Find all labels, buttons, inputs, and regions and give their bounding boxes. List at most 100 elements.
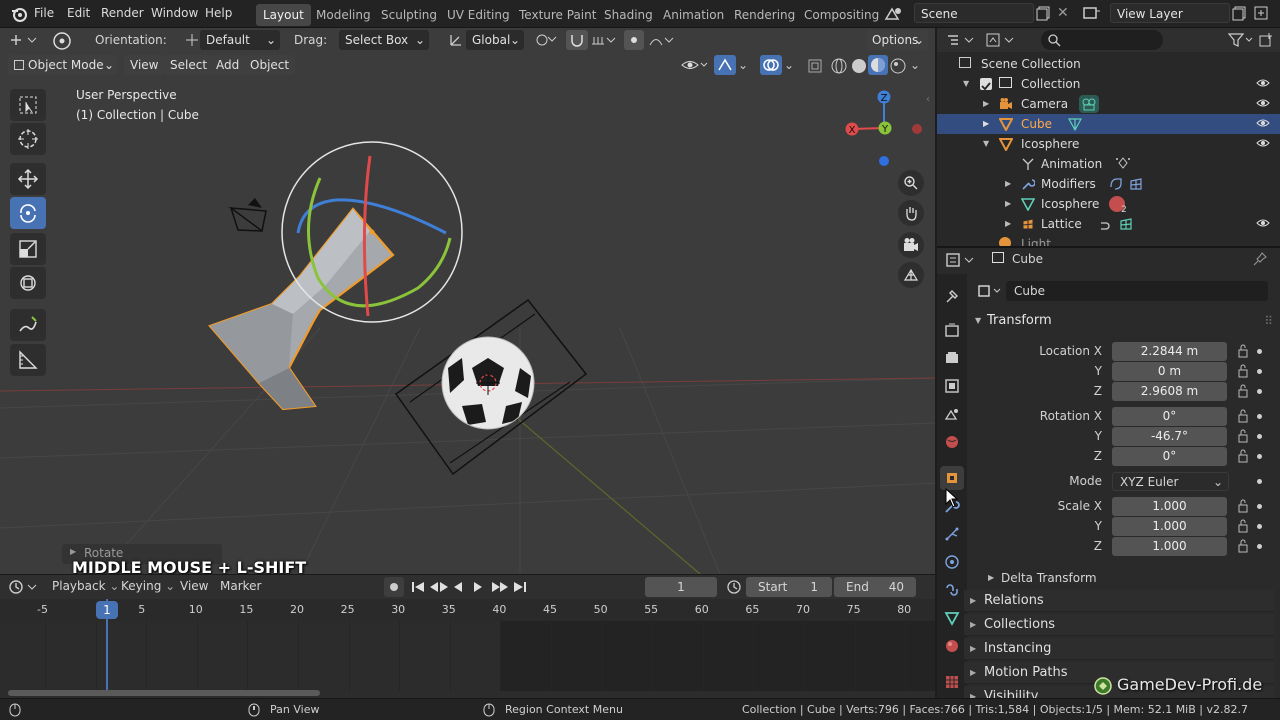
menu-edit[interactable]: Edit [67, 6, 90, 20]
view-layer-field[interactable]: View Layer [1110, 3, 1230, 23]
transform-panel-header[interactable]: ▼ Transform ⠿ [967, 310, 1280, 332]
lock-icon[interactable] [1236, 384, 1250, 401]
outliner-collection[interactable]: ▼ Collection [937, 74, 1280, 94]
tab-texture-paint[interactable]: Texture Paint [512, 4, 603, 26]
scale-y-field[interactable]: 1.000 [1112, 517, 1227, 536]
lock-icon[interactable] [1236, 429, 1250, 446]
rotation-z-field[interactable]: 0° [1112, 447, 1227, 466]
tab-physics[interactable] [940, 550, 964, 574]
menu-keying[interactable]: Keying ⌄ [121, 579, 175, 593]
keyframe-dot-icon[interactable] [1257, 414, 1262, 419]
scale-tool[interactable] [10, 233, 46, 265]
keyframe-dot-icon[interactable] [1257, 349, 1262, 354]
outliner[interactable]: Scene Collection ▼ Collection ▶ Camera ▶… [937, 28, 1280, 246]
scene-field[interactable]: Scene [914, 3, 1034, 23]
close-scene-icon[interactable]: ✕ [1057, 5, 1069, 21]
outliner-child-modifiers[interactable]: ▶ Modifiers [937, 174, 1280, 194]
outliner-item-icosphere[interactable]: ▼ Icosphere [937, 134, 1280, 154]
timeline[interactable]: Playback ⌄ Keying ⌄ View Marker 1 Start … [0, 574, 935, 698]
tab-layout[interactable]: Layout [256, 4, 311, 26]
rotation-x-field[interactable]: 0° [1112, 407, 1227, 426]
tab-constraints[interactable] [940, 578, 964, 602]
outliner-child-lattice[interactable]: ▶ Lattice [937, 214, 1280, 234]
camera-data-icon[interactable] [1079, 95, 1099, 113]
ortho-toggle-button[interactable] [898, 262, 924, 288]
transform-tool[interactable] [10, 267, 46, 299]
eye-icon[interactable] [1256, 216, 1270, 236]
expand-down-icon[interactable]: ▼ [963, 74, 969, 94]
outliner-scene-collection[interactable]: Scene Collection [937, 54, 1280, 74]
lock-icon[interactable] [1236, 449, 1250, 466]
lock-icon[interactable] [1236, 344, 1250, 361]
menu-marker[interactable]: Marker [220, 579, 261, 593]
tab-compositing[interactable]: Compositing [797, 4, 886, 26]
view-layer-icon[interactable] [1082, 5, 1102, 24]
outliner-item-camera[interactable]: ▶ Camera [937, 94, 1280, 114]
location-z-field[interactable]: 2.9608 m [1112, 382, 1227, 401]
menu-render[interactable]: Render [101, 6, 144, 20]
tab-rendering[interactable]: Rendering [727, 4, 802, 26]
outliner-item-cube[interactable]: ▶ Cube [937, 114, 1280, 134]
rotation-mode-dropdown[interactable]: XYZ Euler ⌄ [1112, 472, 1229, 491]
outliner-child-icosphere-mesh[interactable]: ▶ Icosphere 2 [937, 194, 1280, 214]
filter-icon[interactable] [1227, 32, 1255, 51]
outliner-child-animation[interactable]: Animation [937, 154, 1280, 174]
properties-editor-icon[interactable] [945, 252, 975, 271]
scale-x-field[interactable]: 1.000 [1112, 497, 1227, 516]
preview-range-icon[interactable] [726, 579, 742, 598]
outliner-item-light-partial[interactable]: Light [937, 234, 1280, 246]
camera-view-button[interactable] [898, 232, 924, 258]
navigation-gizmo[interactable]: Z Y X [840, 86, 930, 176]
object-name-field[interactable]: Cube [1006, 281, 1268, 301]
collections-panel[interactable]: ▶Collections [964, 614, 1274, 636]
properties-editor[interactable]: Cube Cube ▼ Transform ⠿ Location X 2.284… [937, 246, 1280, 698]
lock-icon[interactable] [1236, 364, 1250, 381]
end-frame-field[interactable]: End 40 [834, 577, 916, 597]
pan-button[interactable] [898, 200, 924, 226]
tab-object-data[interactable] [940, 606, 964, 630]
tab-view-layer[interactable] [940, 374, 964, 398]
timeline-body[interactable] [0, 621, 935, 691]
keyframe-dot-icon[interactable] [1257, 504, 1262, 509]
record-button[interactable] [384, 577, 404, 597]
expand-right-icon[interactable]: ▶ [1005, 174, 1011, 194]
tab-animation[interactable]: Animation [656, 4, 731, 26]
drag-handle-icon[interactable]: ⠿ [1264, 310, 1272, 332]
new-scene-icon[interactable] [1036, 5, 1052, 24]
icosphere-object[interactable] [390, 298, 590, 478]
lock-icon[interactable] [1236, 539, 1250, 556]
zoom-button[interactable] [898, 170, 924, 196]
outliner-search-input[interactable] [1041, 30, 1163, 50]
eye-icon[interactable] [1256, 116, 1270, 136]
location-x-field[interactable]: 2.2844 m [1112, 342, 1227, 361]
blender-logo-icon[interactable] [10, 5, 28, 26]
tab-particles[interactable] [940, 522, 964, 546]
move-tool[interactable] [10, 163, 46, 195]
location-y-field[interactable]: 0 m [1112, 362, 1227, 381]
expand-right-icon[interactable]: ▶ [1005, 194, 1011, 214]
tab-tool[interactable] [940, 284, 964, 308]
sidebar-toggle-icon[interactable]: ‹ [926, 94, 930, 105]
expand-right-icon[interactable]: ▶ [983, 114, 989, 134]
menu-help[interactable]: Help [205, 6, 232, 20]
menu-timeline-view[interactable]: View [180, 579, 208, 593]
keyframe-dot-icon[interactable] [1257, 454, 1262, 459]
tab-uv-editing[interactable]: UV Editing [440, 4, 517, 26]
keyframe-dot-icon[interactable] [1257, 389, 1262, 394]
rotation-y-field[interactable]: -46.7° [1112, 427, 1227, 446]
eye-icon[interactable] [1256, 76, 1270, 96]
lock-icon[interactable] [1236, 519, 1250, 536]
tab-modeling[interactable]: Modeling [309, 4, 378, 26]
annotate-tool[interactable] [10, 309, 46, 341]
rotate-tool[interactable] [10, 197, 46, 229]
pin-icon[interactable] [1253, 252, 1267, 269]
tab-world[interactable] [940, 430, 964, 454]
tab-output[interactable] [940, 346, 964, 370]
new-view-layer-icon[interactable] [1232, 5, 1248, 24]
keyframe-dot-icon[interactable] [1257, 544, 1262, 549]
remove-view-layer-icon[interactable] [1253, 5, 1269, 24]
scale-z-field[interactable]: 1.000 [1112, 537, 1227, 556]
menu-file[interactable]: File [34, 6, 54, 20]
outliner-editor-icon[interactable] [945, 32, 975, 51]
keyframe-icon[interactable] [1115, 156, 1131, 176]
